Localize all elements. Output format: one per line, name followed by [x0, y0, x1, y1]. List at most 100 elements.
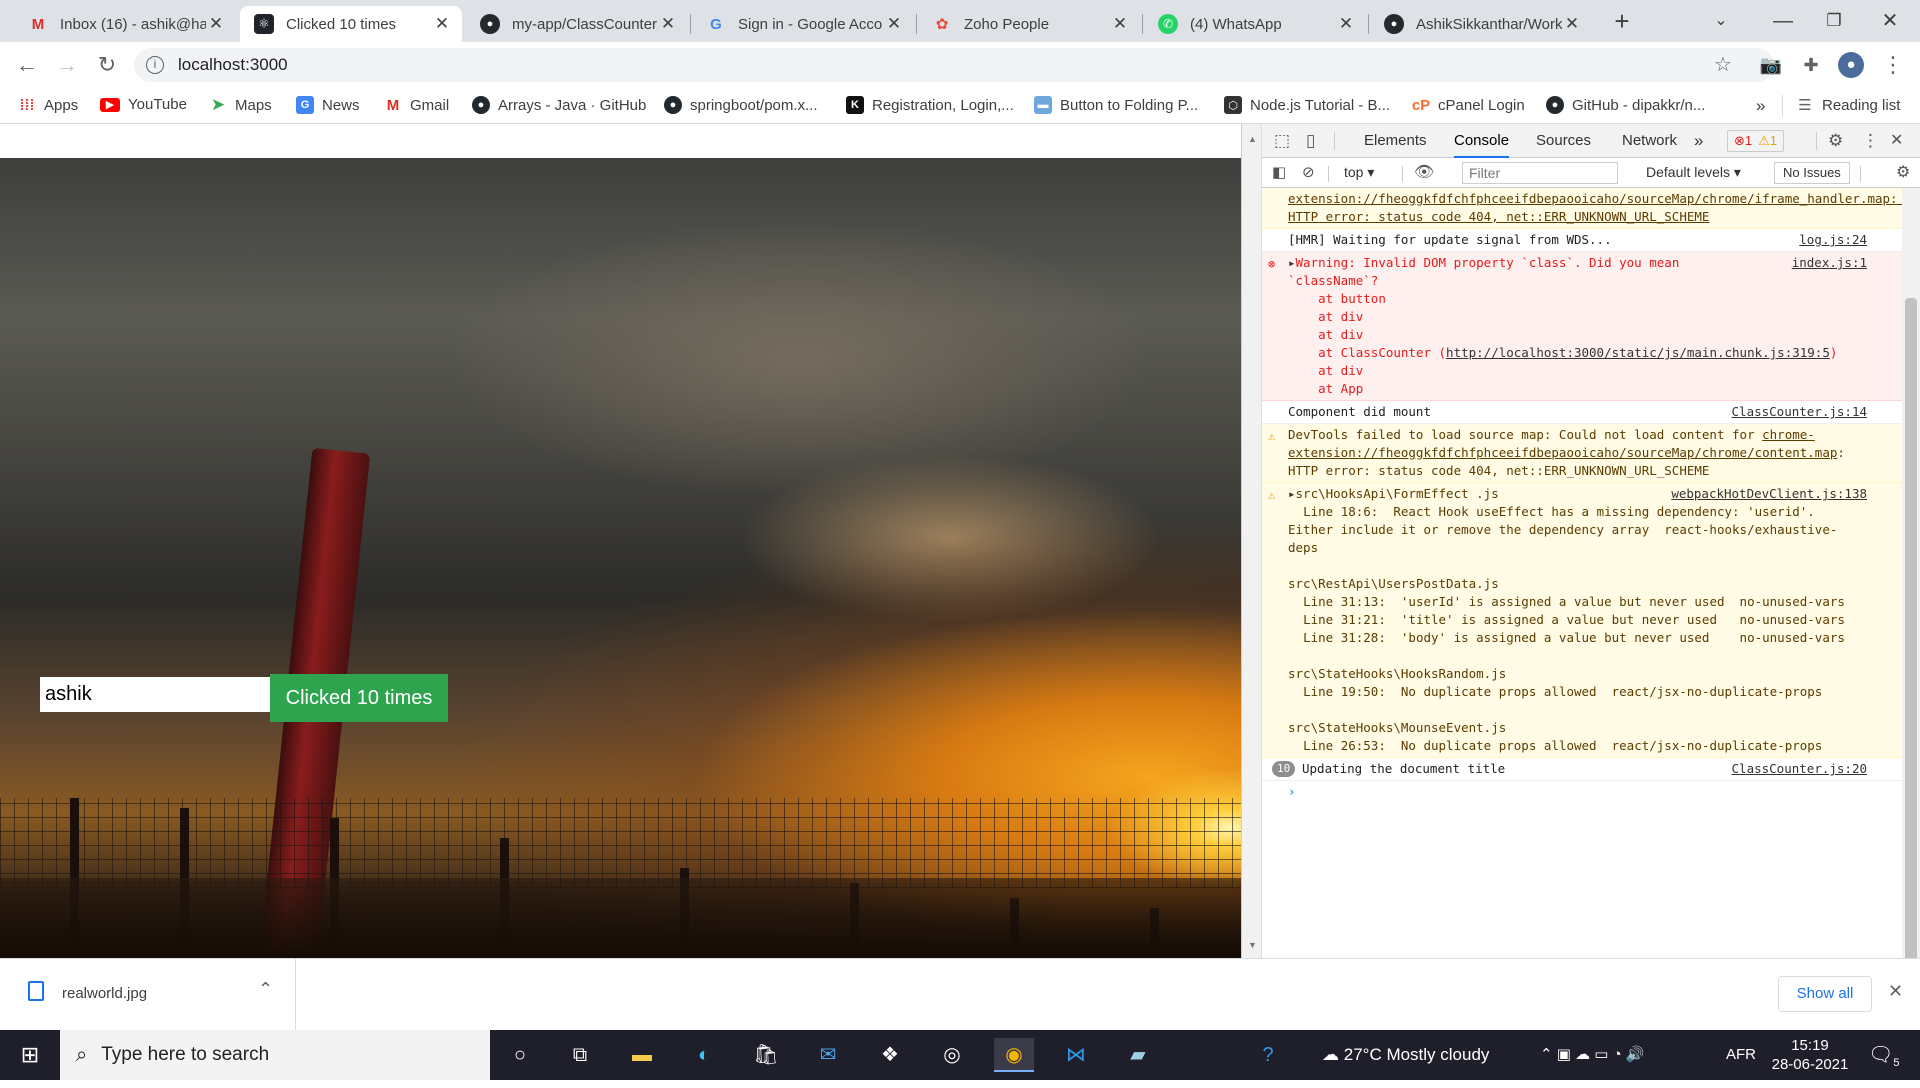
app-circle-icon[interactable]: ◎: [932, 1038, 972, 1072]
bookmark-cpanel[interactable]: cP cPanel Login: [1412, 96, 1525, 114]
close-download-bar-icon[interactable]: ✕: [1888, 981, 1903, 1002]
sidebar-toggle-icon[interactable]: ◧: [1272, 163, 1286, 181]
inspect-element-icon[interactable]: ⬚: [1274, 124, 1290, 158]
language-indicator[interactable]: AFR: [1726, 1030, 1756, 1080]
console-filter-input[interactable]: Filter: [1462, 162, 1618, 184]
close-icon[interactable]: ✕: [658, 14, 678, 34]
settings-gear-icon[interactable]: ⚙: [1828, 124, 1843, 158]
bookmark-springboot[interactable]: ● springboot/pom.x...: [664, 96, 818, 114]
show-all-button[interactable]: Show all: [1778, 976, 1872, 1012]
store-icon[interactable]: 🛍: [746, 1038, 786, 1072]
tab-clicked-counter[interactable]: ⚛ Clicked 10 times ✕: [240, 6, 462, 42]
console-prompt[interactable]: ›: [1262, 781, 1903, 803]
close-icon[interactable]: ✕: [1562, 14, 1582, 34]
vscode-icon[interactable]: ⋈: [1056, 1038, 1096, 1072]
bookmark-arrays-java[interactable]: ● Arrays - Java · GitHub: [472, 96, 646, 114]
issues-counter[interactable]: ⊗1 ⚠1: [1727, 130, 1785, 152]
tab-google-signin[interactable]: G Sign in - Google Acco ✕: [692, 6, 914, 42]
mail-icon[interactable]: ✉: [808, 1038, 848, 1072]
new-tab-button[interactable]: +: [1604, 6, 1640, 36]
cortana-icon[interactable]: ○: [500, 1038, 540, 1072]
info-icon[interactable]: i: [146, 56, 164, 74]
name-input[interactable]: [40, 677, 270, 712]
extensions-icon[interactable]: ✚: [1796, 50, 1826, 80]
bookmark-folding-button[interactable]: ▬ Button to Folding P...: [1034, 96, 1198, 114]
camera-icon[interactable]: 📷: [1756, 50, 1786, 80]
eye-icon[interactable]: 👁: [1414, 162, 1434, 182]
help-icon[interactable]: ?: [1248, 1038, 1288, 1072]
close-icon[interactable]: ✕: [432, 14, 452, 34]
console-settings-icon[interactable]: ⚙: [1896, 162, 1910, 182]
taskbar-search[interactable]: ⌕ Type here to search: [60, 1030, 490, 1080]
device-toggle-icon[interactable]: ▯: [1306, 124, 1315, 158]
more-bookmarks-icon[interactable]: »: [1756, 96, 1765, 116]
notifications-icon[interactable]: 🗨5: [1868, 1030, 1900, 1080]
more-menu-icon[interactable]: ⋮: [1878, 50, 1908, 80]
source-link[interactable]: index.js:1: [1792, 254, 1867, 272]
minimize-button[interactable]: —: [1765, 6, 1801, 36]
bookmark-github-dipakkr[interactable]: ● GitHub - dipakkr/n...: [1546, 96, 1705, 114]
dropbox-icon[interactable]: ❖: [870, 1038, 910, 1072]
tab-console[interactable]: Console: [1454, 124, 1510, 158]
address-bar[interactable]: i localhost:3000: [134, 48, 1774, 82]
bookmark-apps[interactable]: ⁞⁞⁞ Apps: [18, 96, 79, 114]
tab-search-icon[interactable]: ⌄: [1703, 6, 1739, 36]
reload-icon[interactable]: ↻: [92, 50, 122, 80]
close-icon[interactable]: ✕: [206, 14, 226, 34]
download-item[interactable]: realworld.jpg: [62, 985, 147, 1002]
chevron-up-icon[interactable]: ⌃: [258, 979, 273, 1000]
clear-console-icon[interactable]: ⊘: [1302, 163, 1315, 181]
clock[interactable]: 15:19 28-06-2021: [1770, 1036, 1850, 1074]
page-scrollbar[interactable]: ▲ ▼: [1242, 124, 1262, 958]
tab-zoho[interactable]: ✿ Zoho People ✕: [918, 6, 1140, 42]
github-icon: ●: [480, 14, 500, 34]
bookmark-maps[interactable]: ➤ Maps: [209, 95, 272, 114]
tab-gmail[interactable]: M Inbox (16) - ashik@ha ✕: [14, 6, 236, 42]
tab-whatsapp[interactable]: ✆ (4) WhatsApp ✕: [1144, 6, 1366, 42]
bookmark-nodejs[interactable]: ⬡ Node.js Tutorial - B...: [1224, 96, 1390, 114]
bookmark-star-icon[interactable]: ☆: [1708, 50, 1738, 80]
expand-arrow-icon[interactable]: ▸: [1288, 486, 1296, 501]
console-error: ⊗ ▸Warning: Invalid DOM property `class`.…: [1262, 252, 1903, 401]
notes-app-icon[interactable]: ▰: [1118, 1038, 1158, 1072]
close-icon[interactable]: ✕: [884, 14, 904, 34]
forward-arrow-icon[interactable]: →: [52, 50, 82, 80]
source-link[interactable]: ClassCounter.js:20: [1732, 760, 1867, 778]
back-arrow-icon[interactable]: ←: [12, 50, 42, 80]
close-icon[interactable]: ✕: [1110, 14, 1130, 34]
system-tray-icons[interactable]: ⌃ ▣ ☁ ▭ ◔ 🔊: [1540, 1030, 1645, 1080]
close-devtools-icon[interactable]: ✕: [1890, 124, 1903, 158]
source-link[interactable]: log.js:24: [1799, 231, 1867, 249]
log-levels-select[interactable]: Default levels ▾: [1646, 164, 1741, 181]
source-link[interactable]: webpackHotDevClient.js:138: [1671, 485, 1867, 503]
click-counter-button[interactable]: Clicked 10 times: [270, 674, 448, 722]
reading-list-button[interactable]: ☰ Reading list: [1796, 96, 1900, 115]
close-icon[interactable]: ✕: [1336, 14, 1356, 34]
bookmark-gmail[interactable]: M Gmail: [384, 96, 449, 114]
close-window-button[interactable]: ✕: [1872, 6, 1908, 36]
file-explorer-icon[interactable]: ▬: [622, 1038, 662, 1072]
bookmark-registration[interactable]: K Registration, Login,...: [846, 96, 1014, 114]
tab-github-work[interactable]: ● AshikSikkanthar/Work ✕: [1370, 6, 1592, 42]
context-select[interactable]: top ▾: [1344, 164, 1374, 181]
bookmark-news[interactable]: G News: [296, 96, 360, 114]
chrome-icon[interactable]: ◉: [994, 1038, 1034, 1072]
more-tabs-icon[interactable]: »: [1694, 124, 1703, 158]
tab-network[interactable]: Network: [1622, 124, 1677, 158]
console-scrollbar[interactable]: [1902, 188, 1920, 998]
maximize-button[interactable]: ❐: [1816, 6, 1852, 36]
edge-icon[interactable]: ◐: [684, 1038, 724, 1072]
tab-elements[interactable]: Elements: [1364, 124, 1427, 158]
github-icon: ●: [1384, 14, 1404, 34]
bookmark-youtube[interactable]: ▶ YouTube: [100, 96, 187, 113]
tab-classcounter[interactable]: ● my-app/ClassCounter ✕: [466, 6, 688, 42]
avatar[interactable]: ●: [1838, 52, 1864, 78]
task-view-icon[interactable]: ⧉: [560, 1038, 600, 1072]
expand-arrow-icon[interactable]: ▸: [1288, 255, 1296, 270]
tab-sources[interactable]: Sources: [1536, 124, 1591, 158]
issues-button[interactable]: No Issues: [1774, 162, 1850, 184]
weather-widget[interactable]: ☁ 27°C Mostly cloudy: [1322, 1030, 1489, 1080]
windows-start-icon[interactable]: ⊞: [10, 1038, 50, 1072]
source-link[interactable]: ClassCounter.js:14: [1732, 403, 1867, 421]
devtools-menu-icon[interactable]: ⋮: [1862, 124, 1879, 158]
